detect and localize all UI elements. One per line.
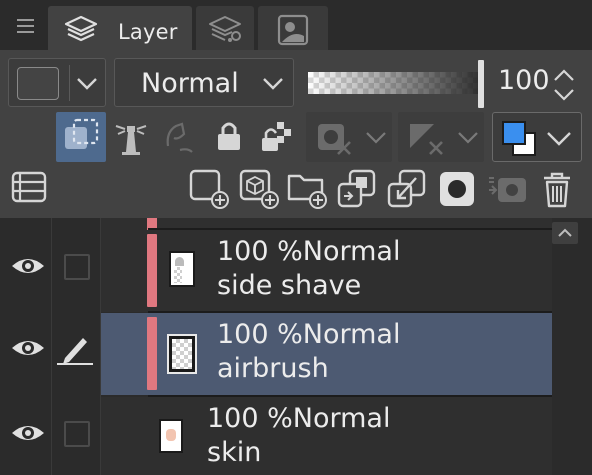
layer-list-scrollbar[interactable] bbox=[552, 218, 580, 475]
chevron-down-icon bbox=[458, 132, 478, 144]
eye-icon[interactable] bbox=[10, 421, 46, 445]
combine-to-layer-below-button[interactable] bbox=[386, 168, 428, 210]
layer-color-bar bbox=[147, 234, 157, 307]
layer-panel: Normal 100 100 %Normal side shave 100 %N… bbox=[0, 50, 592, 475]
apply-mask-button[interactable] bbox=[486, 168, 528, 210]
lighthouse-icon bbox=[115, 125, 147, 155]
layer-name: side shave bbox=[217, 270, 362, 301]
chevron-up-icon bbox=[558, 228, 572, 237]
new-3d-layer-button[interactable] bbox=[238, 168, 280, 210]
layer-thumbnail bbox=[169, 251, 195, 287]
palette-color-dropdown[interactable] bbox=[8, 58, 106, 107]
chevron-down-icon bbox=[366, 132, 386, 144]
edit-target-checkbox[interactable] bbox=[64, 254, 90, 280]
layer-name: airbrush bbox=[217, 353, 329, 384]
lock-layer-button[interactable] bbox=[204, 112, 254, 162]
tab-layer[interactable]: Layer bbox=[48, 6, 192, 50]
layer-color-dropdown[interactable] bbox=[492, 112, 582, 162]
blend-mode-value: Normal bbox=[141, 68, 239, 99]
chevron-down-icon bbox=[547, 132, 571, 146]
create-layer-mask-button[interactable] bbox=[436, 168, 478, 210]
layer-list[interactable]: 100 %Normal side shave 100 %Normal airbr… bbox=[0, 218, 592, 475]
layer-opacity-blend: 100 %Normal bbox=[217, 236, 401, 267]
opacity-value[interactable]: 100 bbox=[498, 65, 550, 96]
lock-transparency-icon bbox=[262, 122, 291, 151]
layer-opacity-blend: 100 %Normal bbox=[217, 319, 401, 350]
layer-name: skin bbox=[207, 437, 262, 468]
clip-to-layer-below-button[interactable] bbox=[56, 112, 106, 162]
reference-layer-button[interactable] bbox=[106, 112, 156, 162]
draft-layer-button[interactable] bbox=[154, 112, 204, 162]
pencil-icon[interactable] bbox=[55, 330, 95, 366]
scroll-up-button[interactable] bbox=[552, 222, 578, 244]
delete-layer-button[interactable] bbox=[536, 168, 578, 210]
eye-icon[interactable] bbox=[10, 336, 46, 360]
opacity-slider-track[interactable] bbox=[308, 72, 478, 94]
layer-row-selected[interactable]: 100 %Normal airbrush bbox=[101, 313, 552, 395]
new-raster-layer-button[interactable] bbox=[188, 168, 230, 210]
new-layer-folder-button[interactable] bbox=[286, 168, 328, 210]
edit-target-checkbox[interactable] bbox=[64, 421, 90, 447]
layer-row[interactable]: 100 %Normal side shave bbox=[101, 230, 552, 312]
ruler-dropdown[interactable] bbox=[398, 112, 484, 162]
blend-mode-dropdown[interactable]: Normal bbox=[114, 58, 294, 107]
tab-navigator[interactable] bbox=[258, 6, 328, 50]
opacity-slider-handle[interactable] bbox=[478, 60, 484, 108]
layer-property-icon bbox=[209, 16, 241, 42]
layer-color-bar bbox=[147, 317, 157, 390]
tab-strip: Layer bbox=[0, 0, 592, 50]
palette-color-swatch bbox=[17, 67, 59, 100]
chevron-down-icon bbox=[77, 78, 97, 90]
lock-icon bbox=[218, 122, 240, 150]
transfer-to-lower-layer-button[interactable] bbox=[336, 168, 378, 210]
layers-icon bbox=[64, 15, 98, 42]
panel-menu-icon[interactable] bbox=[8, 10, 38, 42]
lock-transparent-pixels-button[interactable] bbox=[252, 112, 302, 162]
layer-opacity-blend: 100 %Normal bbox=[207, 403, 391, 434]
mask-disabled-icon bbox=[318, 124, 351, 155]
opacity-slider-fill bbox=[308, 72, 478, 94]
layer-thumbnail bbox=[159, 419, 183, 453]
tab-layer-property[interactable] bbox=[196, 6, 254, 50]
layer-list-toggle-icon[interactable] bbox=[10, 170, 50, 206]
draft-brush-icon bbox=[166, 122, 193, 153]
mask-dropdown[interactable] bbox=[306, 112, 392, 162]
layer-color-icon bbox=[502, 121, 536, 156]
ruler-disabled-icon bbox=[410, 124, 443, 155]
layer-thumbnail bbox=[167, 334, 197, 374]
clip-layer-icon bbox=[65, 118, 99, 149]
chevron-down-icon bbox=[263, 78, 283, 90]
opacity-spinner-icon[interactable] bbox=[551, 66, 577, 104]
layer-row[interactable]: 100 %Normal skin bbox=[101, 397, 552, 475]
eye-icon[interactable] bbox=[10, 254, 46, 278]
tab-layer-label: Layer bbox=[118, 20, 178, 44]
navigator-icon bbox=[277, 14, 309, 46]
